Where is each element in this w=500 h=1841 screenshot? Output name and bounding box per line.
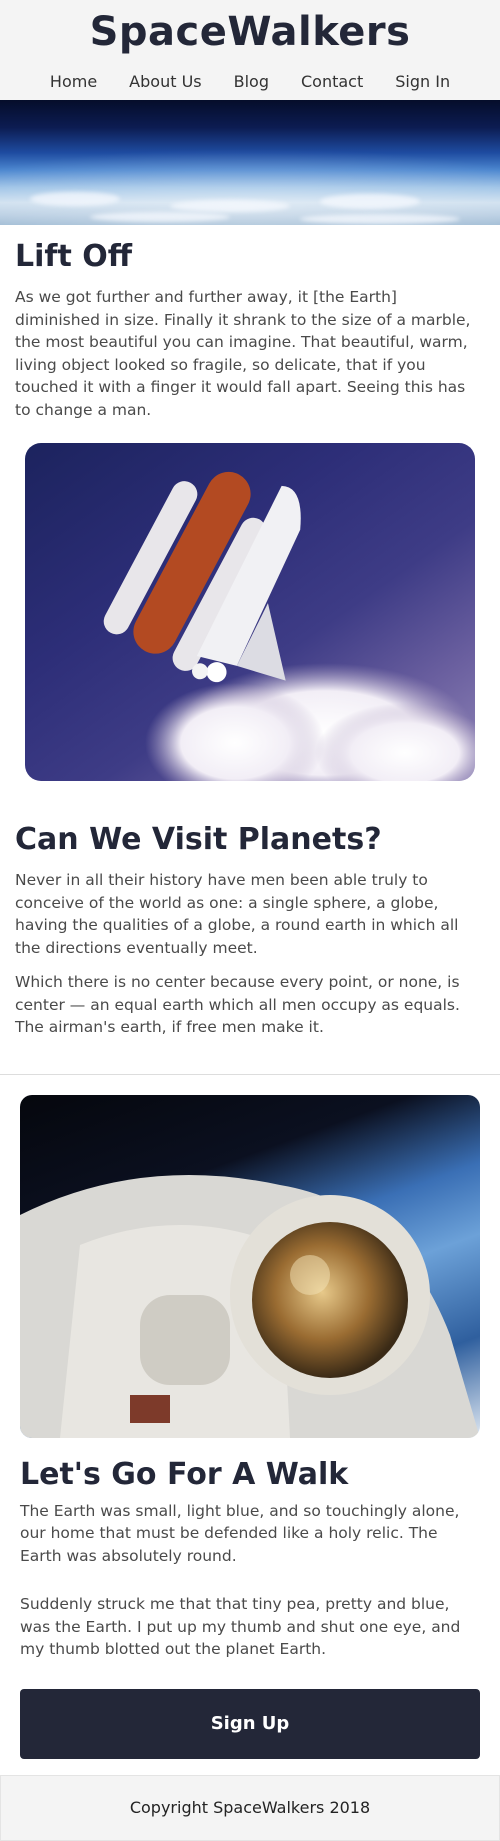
astronaut-illustration: [20, 1174, 480, 1438]
main-nav: Home About Us Blog Contact Sign In: [0, 72, 500, 91]
hero-cloud: [30, 192, 120, 206]
shuttle-illustration: [103, 471, 475, 781]
sign-up-button[interactable]: Sign Up: [20, 1688, 480, 1759]
section-visit-planets: Can We Visit Planets? Never in all their…: [0, 823, 500, 1039]
section-paragraph: Suddenly struck me that that tiny pea, p…: [20, 1595, 461, 1658]
hero-cloud: [90, 212, 230, 222]
site-title[interactable]: SpaceWalkers: [0, 10, 500, 54]
section-divider: [0, 1073, 500, 1075]
section-paragraph: The Earth was small, light blue, and so …: [20, 1501, 460, 1565]
space-shuttle-image: [25, 443, 475, 781]
section-heading: Can We Visit Planets?: [15, 822, 382, 857]
hero-earth-image: [0, 100, 500, 225]
nav-about-link[interactable]: About Us: [129, 72, 201, 91]
astronaut-image: [20, 1094, 480, 1438]
site-header: SpaceWalkers Home About Us Blog Contact …: [0, 0, 500, 100]
section-paragraph: Which there is no center because every p…: [15, 973, 460, 1036]
section-paragraph: Never in all their history have men been…: [15, 871, 459, 957]
section-walk: Let's Go For A Walk The Earth was small,…: [0, 1456, 500, 1661]
section-lift-off: Lift Off As we got further and further a…: [0, 240, 500, 421]
nav-signin-link[interactable]: Sign In: [395, 72, 450, 91]
section-heading: Lift Off: [15, 239, 133, 274]
section-heading: Let's Go For A Walk: [20, 1456, 349, 1492]
hero-cloud: [300, 214, 460, 224]
nav-home-link[interactable]: Home: [50, 72, 97, 91]
nav-contact-link[interactable]: Contact: [301, 72, 363, 91]
hero-cloud: [320, 194, 420, 209]
section-paragraph: As we got further and further away, it […: [15, 288, 471, 419]
nav-blog-link[interactable]: Blog: [234, 72, 269, 91]
hero-cloud: [170, 200, 290, 212]
